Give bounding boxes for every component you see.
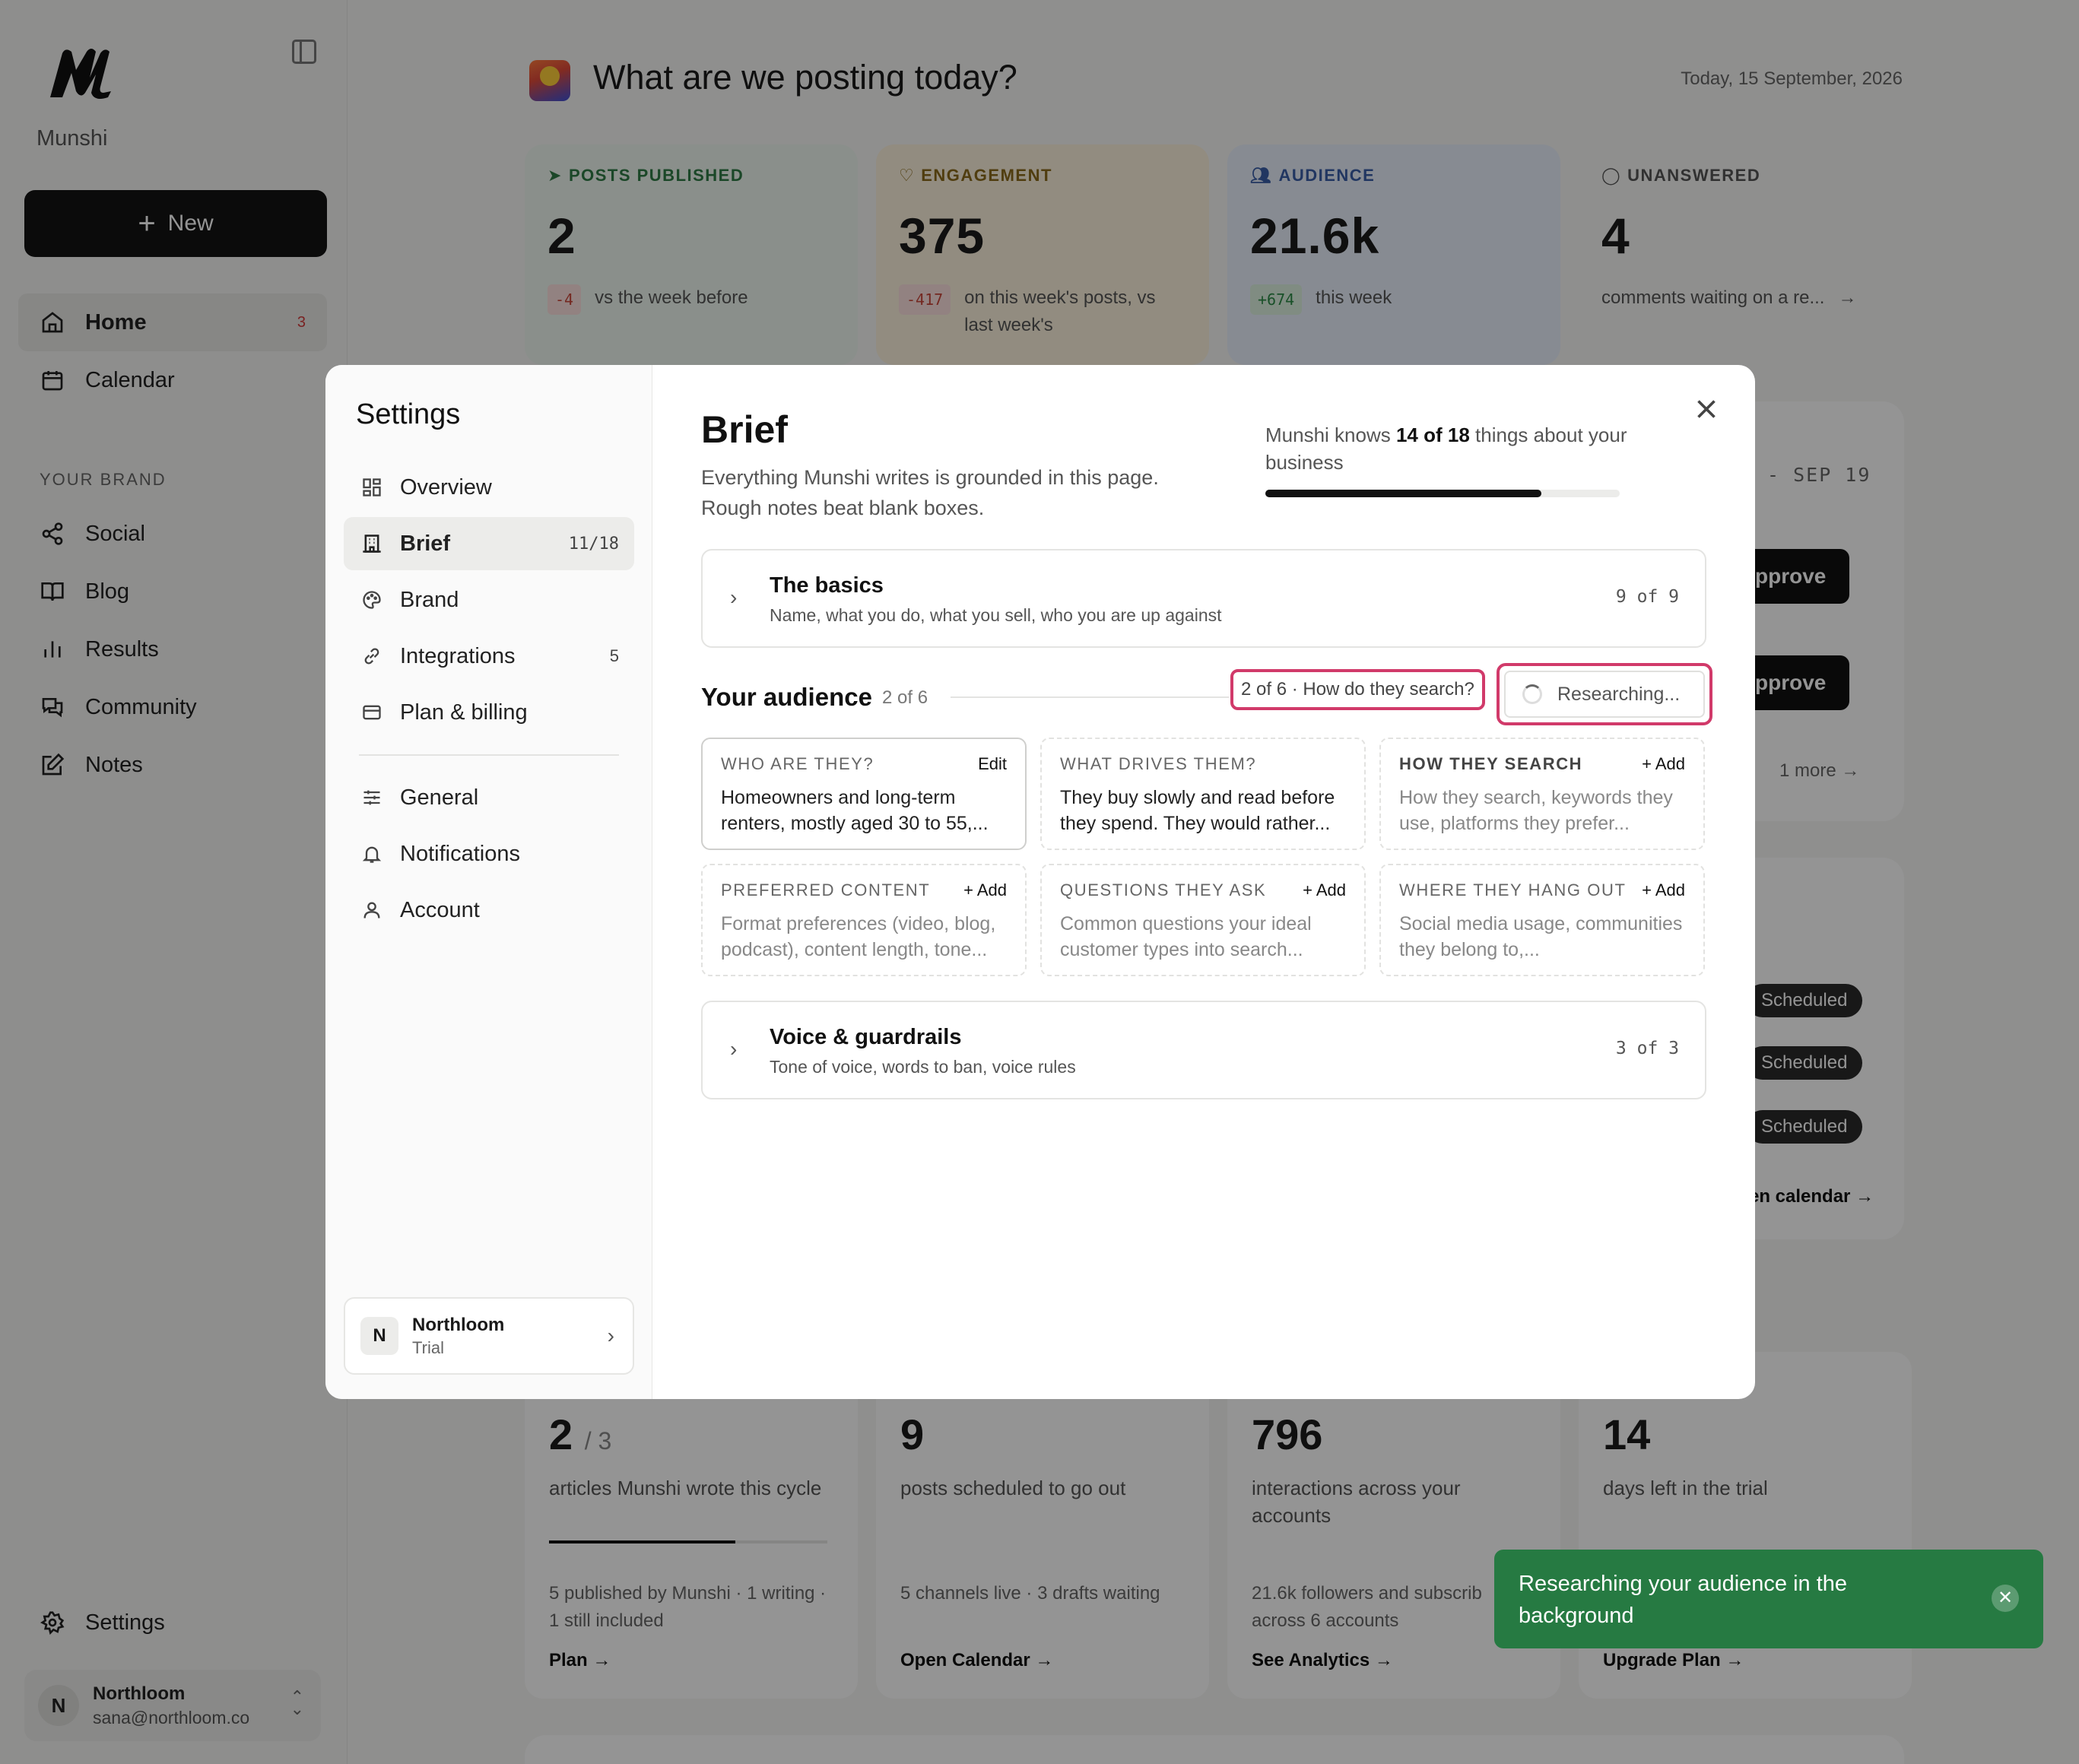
settings-item-label: Overview [400, 474, 492, 500]
knowledge-progress-fill [1265, 490, 1542, 497]
section-title: Voice & guardrails [770, 1025, 962, 1049]
spinner-icon [1522, 684, 1542, 704]
integrations-count: 5 [609, 646, 619, 665]
workspace-plan: Trial [412, 1337, 444, 1357]
settings-sidebar: Settings Overview Brief 11/18 Brand Inte… [325, 365, 652, 1399]
settings-item-integrations[interactable]: Integrations 5 [344, 630, 634, 683]
section-subtitle: Tone of voice, words to ban, voice rules [770, 1057, 1076, 1077]
toast-message: Researching your audience in the backgro… [1519, 1572, 1848, 1628]
section-title: The basics [770, 573, 884, 598]
settings-title: Settings [356, 398, 461, 430]
field-who-are-they[interactable]: WHO ARE THEY? Edit Homeowners and long-te… [701, 738, 1027, 850]
link-icon [360, 645, 383, 668]
settings-item-label: General [400, 785, 479, 810]
add-button[interactable]: + Add [1642, 880, 1685, 900]
field-preferred-content[interactable]: PREFERRED CONTENT + Add Format preference… [701, 864, 1027, 976]
edit-button[interactable]: Edit [978, 754, 1007, 774]
brief-title: Brief [701, 408, 788, 451]
field-placeholder: How they search, keywords they use, plat… [1399, 787, 1673, 834]
chevron-right-icon: › [730, 585, 738, 609]
settings-item-label: Notifications [400, 841, 520, 866]
chevron-right-icon: › [730, 1037, 738, 1061]
close-icon[interactable]: ✕ [1992, 1585, 2019, 1612]
field-placeholder: Common questions your ideal customer typ… [1060, 913, 1312, 960]
toast-notification: Researching your audience in the backgro… [1494, 1550, 2043, 1648]
knowledge-summary: Munshi knows 14 of 18 things about your … [1265, 421, 1661, 476]
divider [359, 754, 619, 756]
field-label: QUESTIONS THEY ASK [1060, 880, 1267, 899]
field-header: WHO ARE THEY? Edit [721, 754, 1007, 774]
settings-item-label: Integrations [400, 643, 516, 668]
building-icon [360, 532, 383, 555]
brief-description: Everything Munshi writes is grounded in … [701, 466, 1159, 519]
field-where-they-hang-out[interactable]: WHERE THEY HANG OUT + Add Social media us… [1379, 864, 1705, 976]
researching-inner: Researching... [1504, 671, 1705, 718]
workspace-avatar: N [360, 1317, 398, 1355]
field-header: QUESTIONS THEY ASK + Add [1060, 880, 1346, 900]
field-placeholder: Format preferences (video, blog, podcast… [721, 913, 996, 960]
section-voice-guardrails[interactable]: › Voice & guardrails Tone of voice, word… [701, 1001, 1706, 1099]
field-label: HOW THEY SEARCH [1399, 754, 1583, 773]
section-basics[interactable]: › The basics Name, what you do, what you… [701, 549, 1706, 648]
settings-item-label: Plan & billing [400, 700, 528, 725]
field-label: WHERE THEY HANG OUT [1399, 880, 1627, 899]
credit-card-icon [360, 701, 383, 724]
divider [951, 696, 1229, 698]
researching-label: Researching... [1557, 683, 1681, 705]
palette-icon [360, 589, 383, 611]
field-header: WHAT DRIVES THEM? [1060, 754, 1346, 774]
audience-step-indicator: 2 of 6 · How do they search? [1230, 669, 1485, 710]
settings-item-general[interactable]: General [344, 771, 634, 824]
section-subtitle: Name, what you do, what you sell, who yo… [770, 605, 1222, 625]
audience-count: 2 of 6 [882, 687, 928, 708]
field-label: PREFERRED CONTENT [721, 880, 931, 899]
field-placeholder: Social media usage, communities they bel… [1399, 913, 1683, 960]
section-count: 3 of 3 [1615, 1039, 1679, 1058]
audience-title: Your audience [701, 683, 872, 711]
field-questions-they-ask[interactable]: QUESTIONS THEY ASK + Add Common questions… [1040, 864, 1366, 976]
settings-item-brief[interactable]: Brief 11/18 [344, 517, 634, 570]
field-header: PREFERRED CONTENT + Add [721, 880, 1007, 900]
settings-item-account[interactable]: Account [344, 884, 634, 937]
grid-icon [360, 476, 383, 499]
field-header: HOW THEY SEARCH + Add [1399, 754, 1685, 774]
settings-item-label: Account [400, 897, 480, 922]
researching-button[interactable]: Researching... [1497, 663, 1712, 725]
field-value: Homeowners and long-term renters, mostly… [721, 787, 989, 834]
knows-prefix: Munshi knows [1265, 424, 1396, 446]
settings-item-label: Brief [400, 531, 451, 556]
field-header: WHERE THEY HANG OUT + Add [1399, 880, 1685, 900]
sliders-icon [360, 786, 383, 809]
field-what-drives-them[interactable]: WHAT DRIVES THEM? They buy slowly and re… [1040, 738, 1366, 850]
workspace-name: Northloom [412, 1314, 505, 1335]
settings-item-plan-billing[interactable]: Plan & billing [344, 686, 634, 739]
workspace-switcher[interactable]: N Northloom Trial › [344, 1297, 634, 1375]
add-button[interactable]: + Add [1303, 880, 1346, 900]
settings-item-notifications[interactable]: Notifications [344, 827, 634, 880]
field-value: They buy slowly and read before they spe… [1060, 787, 1335, 834]
settings-item-brand[interactable]: Brand [344, 573, 634, 627]
field-label: WHAT DRIVES THEM? [1060, 754, 1257, 773]
add-button[interactable]: + Add [1642, 754, 1685, 774]
user-icon [360, 899, 383, 922]
knows-count: 14 of 18 [1395, 424, 1470, 446]
field-label: WHO ARE THEY? [721, 754, 874, 773]
settings-item-overview[interactable]: Overview [344, 461, 634, 514]
bell-icon [360, 842, 383, 865]
field-how-they-search[interactable]: HOW THEY SEARCH + Add How they search, ke… [1379, 738, 1705, 850]
settings-item-label: Brand [400, 587, 459, 612]
knowledge-progress [1265, 490, 1620, 497]
section-count: 9 of 9 [1615, 587, 1679, 607]
close-icon[interactable] [1693, 395, 1720, 423]
brief-count: 11/18 [568, 534, 619, 554]
add-button[interactable]: + Add [963, 880, 1007, 900]
chevron-right-icon: › [607, 1324, 614, 1347]
